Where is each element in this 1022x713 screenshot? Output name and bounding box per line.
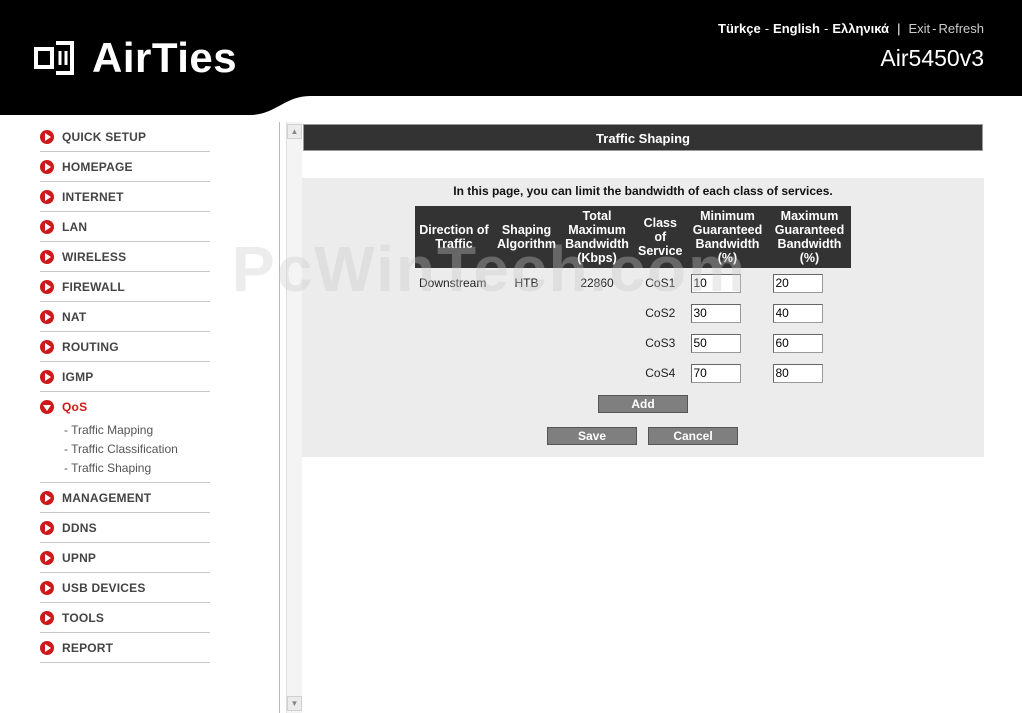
max-cell <box>769 298 851 328</box>
min-cell <box>687 328 769 358</box>
arrow-bullet-icon <box>40 580 54 595</box>
column-header: Direction of Traffic <box>415 206 493 268</box>
sidebar-item-firewall[interactable]: FIREWALL <box>40 272 210 302</box>
save-button[interactable]: Save <box>547 427 637 445</box>
arrow-bullet-icon <box>40 520 54 535</box>
max-bandwidth-input-cos3[interactable] <box>772 333 823 353</box>
cos-cell: CoS4 <box>645 366 676 380</box>
lang-english-link[interactable]: English <box>773 21 820 36</box>
lang-greek-link[interactable]: Ελληνικά <box>832 21 889 36</box>
scroll-down-icon[interactable]: ▼ <box>287 696 302 711</box>
sidebar-item-usb-devices[interactable]: USB DEVICES <box>40 573 210 603</box>
sidebar-item-nat[interactable]: NAT <box>40 302 210 332</box>
refresh-link[interactable]: Refresh <box>938 21 984 36</box>
arrow-bullet-icon <box>40 550 54 565</box>
table-row: CoS3 <box>415 328 851 358</box>
min-bandwidth-input-cos2[interactable] <box>690 303 741 323</box>
sidebar-item-homepage[interactable]: HOMEPAGE <box>40 152 210 182</box>
traffic-shaping-panel: In this page, you can limit the bandwidt… <box>302 178 984 457</box>
column-header: Total Maximum Bandwidth (Kbps) <box>560 206 635 268</box>
sidebar-group-qos: QoS - Traffic Mapping - Traffic Classifi… <box>40 392 210 483</box>
max-bandwidth-input-cos2[interactable] <box>772 303 823 323</box>
column-header: Maximum Guaranteed Bandwidth (%) <box>768 206 851 268</box>
arrow-bullet-icon <box>40 219 54 234</box>
cancel-button[interactable]: Cancel <box>648 427 738 445</box>
sidebar-item-management[interactable]: MANAGEMENT <box>40 483 210 513</box>
total-bandwidth-cell: 22860 <box>580 276 614 290</box>
sidebar-item-ddns[interactable]: DDNS <box>40 513 210 543</box>
sidebar-item-lan[interactable]: LAN <box>40 212 210 242</box>
sidebar-item-qos[interactable]: QoS <box>40 392 210 421</box>
brand-name: AirTies <box>92 34 238 81</box>
column-header: Shaping Algorithm <box>493 206 561 268</box>
scroll-up-icon[interactable]: ▲ <box>287 124 302 139</box>
arrow-bullet-icon <box>40 309 54 324</box>
arrow-bullet-icon <box>40 490 54 505</box>
direction-cell: Downstream <box>419 276 487 290</box>
cos-cell: CoS1 <box>645 276 676 290</box>
sidebar-menu: QUICK SETUP HOMEPAGE INTERNET LAN WIRELE… <box>40 122 210 663</box>
traffic-shaping-table: Direction of Traffic Shaping Algorithm T… <box>415 206 851 388</box>
table-header-row: Direction of Traffic Shaping Algorithm T… <box>415 206 851 268</box>
arrow-bullet-icon <box>40 279 54 294</box>
sidebar-item-tools[interactable]: TOOLS <box>40 603 210 633</box>
table-row: CoS2 <box>415 298 851 328</box>
sidebar-subitem-traffic-classification[interactable]: - Traffic Classification <box>40 440 210 459</box>
arrow-bullet-icon <box>40 249 54 264</box>
header: AirTies Türkçe - English - Ελληνικά | Exit - Ref… <box>0 0 1022 115</box>
arrow-bullet-icon <box>40 339 54 354</box>
sidebar-item-internet[interactable]: INTERNET <box>40 182 210 212</box>
max-cell <box>769 358 851 388</box>
min-bandwidth-input-cos4[interactable] <box>690 363 741 383</box>
cos-cell: CoS2 <box>645 306 676 320</box>
arrow-bullet-icon <box>40 159 54 174</box>
sidebar-subitem-traffic-mapping[interactable]: - Traffic Mapping <box>40 421 210 440</box>
algorithm-cell: HTB <box>514 276 539 290</box>
intro-text: In this page, you can limit the bandwidt… <box>453 184 833 198</box>
sidebar-item-quick-setup[interactable]: QUICK SETUP <box>40 122 210 152</box>
max-cell <box>769 268 851 298</box>
sidebar-item-report[interactable]: REPORT <box>40 633 210 663</box>
arrow-bullet-icon <box>40 610 54 625</box>
arrow-bullet-icon <box>40 189 54 204</box>
min-bandwidth-input-cos3[interactable] <box>690 333 741 353</box>
min-cell <box>687 268 769 298</box>
device-model: Air5450v3 <box>880 45 984 71</box>
sidebar-divider <box>279 122 280 713</box>
exit-link[interactable]: Exit <box>908 21 930 36</box>
content-scrollbar[interactable]: ▲ ▼ <box>286 122 302 713</box>
add-button[interactable]: Add <box>598 395 688 413</box>
sidebar-subitem-traffic-shaping[interactable]: - Traffic Shaping <box>40 459 210 478</box>
cos-cell: CoS3 <box>645 336 676 350</box>
table-row: Downstream HTB 22860 CoS1 <box>415 268 851 298</box>
page-title: Traffic Shaping <box>303 124 983 151</box>
max-cell <box>769 328 851 358</box>
arrow-bullet-icon <box>40 129 54 144</box>
min-cell <box>687 298 769 328</box>
sidebar-item-routing[interactable]: ROUTING <box>40 332 210 362</box>
brand-logo: AirTies <box>34 34 237 82</box>
table-row: CoS4 <box>415 358 851 388</box>
lang-turkish-link[interactable]: Türkçe <box>718 21 761 36</box>
arrow-bullet-icon <box>40 369 54 384</box>
min-cell <box>687 358 769 388</box>
column-header: Class of Service <box>634 206 687 268</box>
max-bandwidth-input-cos4[interactable] <box>772 363 823 383</box>
sidebar-item-wireless[interactable]: WIRELESS <box>40 242 210 272</box>
max-bandwidth-input-cos1[interactable] <box>772 273 823 293</box>
column-header: Minimum Guaranteed Bandwidth (%) <box>686 206 769 268</box>
min-bandwidth-input-cos1[interactable] <box>690 273 741 293</box>
arrow-down-bullet-icon <box>40 399 54 414</box>
airties-logo-icon <box>34 41 74 75</box>
sidebar-item-igmp[interactable]: IGMP <box>40 362 210 392</box>
top-links: Türkçe - English - Ελληνικά | Exit - Refresh <box>718 21 984 36</box>
sidebar-item-upnp[interactable]: UPNP <box>40 543 210 573</box>
arrow-bullet-icon <box>40 640 54 655</box>
